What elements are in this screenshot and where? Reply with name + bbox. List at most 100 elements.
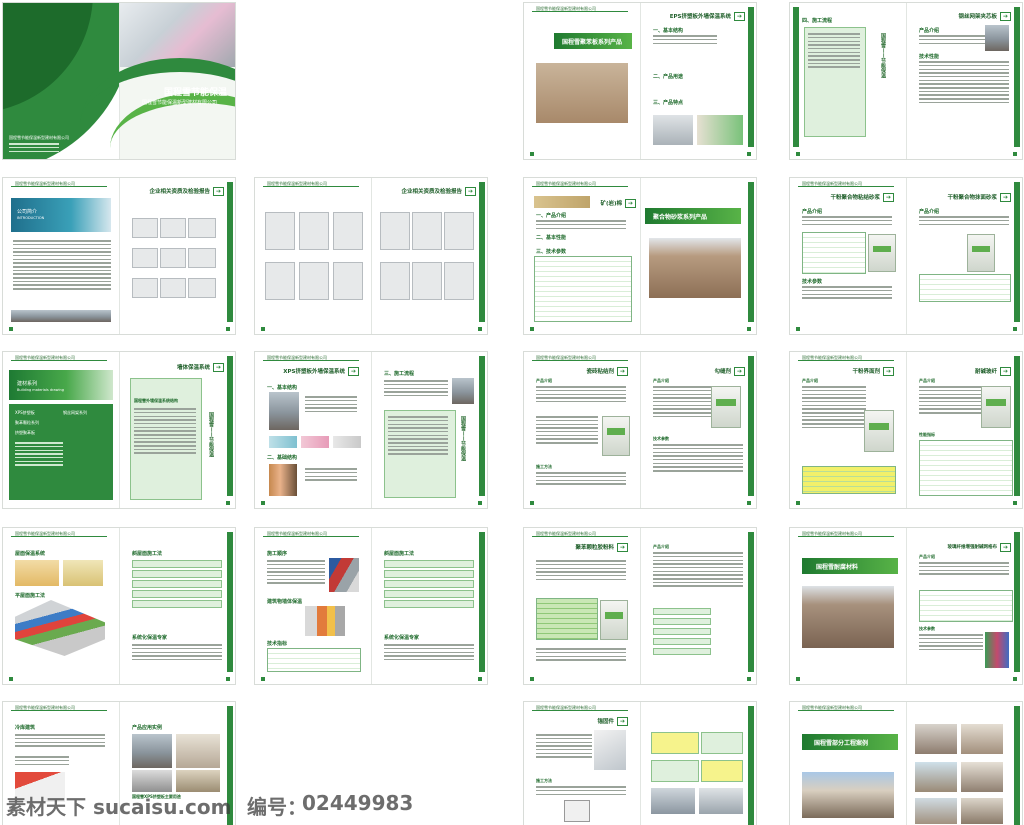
certificate-doc <box>188 278 216 298</box>
certificate-doc <box>265 212 295 250</box>
vertical-caption: 国程雪——节能保温 <box>208 412 214 457</box>
section-heading: 斜屋面施工法 <box>384 551 415 557</box>
case-photo <box>915 798 957 824</box>
case-photo <box>961 762 1003 792</box>
page-title: 企业相关资质及检验报告 <box>149 189 210 195</box>
page-number <box>530 152 534 156</box>
spread-fiberglass-mesh: 国程雪节能保温新型建材有限公司 国程雪耐腐材料 玻璃纤维增强耐碱网格布 ➔ 产品介… <box>790 528 1022 684</box>
header-company: 国程雪节能保温新型建材有限公司 <box>536 531 596 536</box>
page-title-box: 耐碱玻纤 ➔ <box>975 366 1011 376</box>
xps-board-photo <box>301 436 329 448</box>
page-title-box: EPS挤塑板外墙保温系统 ➔ <box>670 11 745 21</box>
header-company: 国程雪节能保温新型建材有限公司 <box>536 6 596 11</box>
section-heading: 平屋面施工法 <box>15 593 46 599</box>
cover-subtitle: 国程雪节能保温新型建材有限公司 <box>142 100 218 106</box>
spine-bar <box>748 182 754 322</box>
page-number <box>226 677 230 681</box>
certificate-doc <box>299 212 329 250</box>
wall-layers-diagram <box>329 558 359 592</box>
body-text <box>384 642 474 663</box>
certificate-doc <box>444 262 474 300</box>
spread-cert-left: 国程雪节能保温新型建材有限公司 <box>255 178 371 334</box>
certificate-doc <box>412 212 442 250</box>
product-bag <box>981 386 1011 428</box>
arrow-right-icon: ➔ <box>617 542 628 552</box>
spread-cert-right: 企业相关资质及检验报告 ➔ <box>371 178 487 334</box>
page-number <box>796 677 800 681</box>
spread-order-left: 国程雪节能保温新型建材有限公司 施工顺序 建筑物墙体保温 技术指标 <box>255 528 371 684</box>
spread-interface-left: 国程雪节能保温新型建材有限公司 干粉界面剂 ➔ 产品介绍 <box>790 352 906 508</box>
arrow-right-icon: ➔ <box>213 362 224 372</box>
spread-tile-adhesive: 国程雪节能保温新型建材有限公司 瓷砖粘结剂 ➔ 产品介绍 施工方法 勾缝剂 ➔ 产品… <box>524 352 756 508</box>
certificate-doc <box>160 278 186 298</box>
header-company: 国程雪节能保温新型建材有限公司 <box>15 181 75 186</box>
process-text <box>388 414 448 457</box>
tower-photo <box>649 238 741 298</box>
intro-subtitle: INTRODUCTION <box>17 216 45 220</box>
header-company: 国程雪节能保温新型建材有限公司 <box>536 705 596 710</box>
product-bag <box>600 600 628 640</box>
certificate-doc <box>380 212 410 250</box>
body-text <box>653 550 743 589</box>
case-photo <box>802 772 894 818</box>
spine-bar <box>479 182 485 322</box>
body-text <box>536 558 626 582</box>
flow-arrow-bar <box>653 648 711 655</box>
spread-steel-left: 四、施工流程 国程雪——节能保温 <box>790 3 906 159</box>
spine-bar <box>1014 356 1020 496</box>
spread-steel-right: 钢丝网架夹芯板 ➔ 产品介绍 技术性能 <box>906 3 1022 159</box>
spine-bar <box>479 356 485 496</box>
arrow-right-icon: ➔ <box>1000 542 1011 552</box>
section-heading: 二、基本性能 <box>536 235 567 241</box>
arrow-right-icon: ➔ <box>1000 366 1011 376</box>
materials-item: XPS挤塑板 <box>15 410 35 415</box>
spread-anchors: 国程雪节能保温新型建材有限公司 锚固件 ➔ 施工方法 <box>524 702 756 825</box>
anchor-photo <box>699 788 743 814</box>
certificate-doc <box>333 212 363 250</box>
body-text <box>305 394 357 415</box>
spread-interface-agent: 国程雪节能保温新型建材有限公司 干粉界面剂 ➔ 产品介绍 耐碱玻纤 ➔ 产品介绍 性… <box>790 352 1022 508</box>
spine-bar <box>1014 7 1020 147</box>
xps-board-photo <box>333 436 361 448</box>
case-photo <box>915 724 957 754</box>
materials-item: 聚苯颗粒系列 <box>15 420 39 425</box>
spine-bar <box>227 356 233 496</box>
building-photo <box>536 63 628 123</box>
flow-arrow-bar <box>653 638 711 645</box>
body-text <box>536 646 626 663</box>
spread-interface-right: 耐碱玻纤 ➔ 产品介绍 性能指标 <box>906 352 1022 508</box>
spread-certificates: 国程雪节能保温新型建材有限公司 企业相关资质及检验报告 ➔ <box>255 178 487 334</box>
rock-wool-photo <box>534 196 590 208</box>
page-number <box>530 501 534 505</box>
product-bag <box>711 386 741 428</box>
section-heading: 产品应用实例 <box>132 725 163 731</box>
spread-materials-right: 墙体保温系统 ➔ 国程雪外墙保温系统结构 国程雪——节能保温 <box>119 352 235 508</box>
spread-dry-mortar: 国程雪节能保温新型建材有限公司 干粉聚合物粘结砂浆 ➔ 产品介绍 技术参数 干粉聚… <box>790 178 1022 334</box>
body-text <box>132 642 222 663</box>
spread-cases-right <box>906 702 1022 825</box>
case-photo <box>961 724 1003 754</box>
page-title-box: 聚苯颗粒胶粉料 ➔ <box>575 542 628 552</box>
spread-intro-right: 企业相关资质及检验报告 ➔ <box>119 178 235 334</box>
section-heading: 三、施工流程 <box>384 371 415 377</box>
spread-rockwool-right: 聚合物砂浆系列产品 <box>640 178 756 334</box>
spread-xps-left: 国程雪节能保温新型建材有限公司 XPS挤塑板外墙保温系统 ➔ 一、基本结构 二、基… <box>255 352 371 508</box>
anchor-photo <box>651 788 695 814</box>
body-text <box>536 414 598 446</box>
spine-bar <box>748 356 754 496</box>
header-company: 国程雪节能保温新型建材有限公司 <box>536 181 596 186</box>
page-number <box>1013 501 1017 505</box>
spread-mortar-right: 干粉聚合物抹面砂浆 ➔ 产品介绍 <box>906 178 1022 334</box>
spread-xps-right: 三、施工流程 国程雪——节能保温 <box>371 352 487 508</box>
arrow-right-icon: ➔ <box>465 186 476 196</box>
section-heading: 技术指标 <box>267 641 288 647</box>
spec-table <box>267 648 361 672</box>
body-text <box>919 384 983 416</box>
header-company: 国程雪节能保温新型建材有限公司 <box>15 355 75 360</box>
section-heading: 冷库建筑 <box>15 725 36 731</box>
page-title-box: 墙体保温系统 ➔ <box>177 362 224 372</box>
certificate-doc <box>412 262 442 300</box>
body-text <box>919 560 1009 577</box>
certificate-doc <box>444 212 474 250</box>
spread-eps: 国程雪节能保温新型建材有限公司 国程雪聚苯板系列产品 EPS挤塑板外墙保温系统 ➔… <box>524 3 756 159</box>
